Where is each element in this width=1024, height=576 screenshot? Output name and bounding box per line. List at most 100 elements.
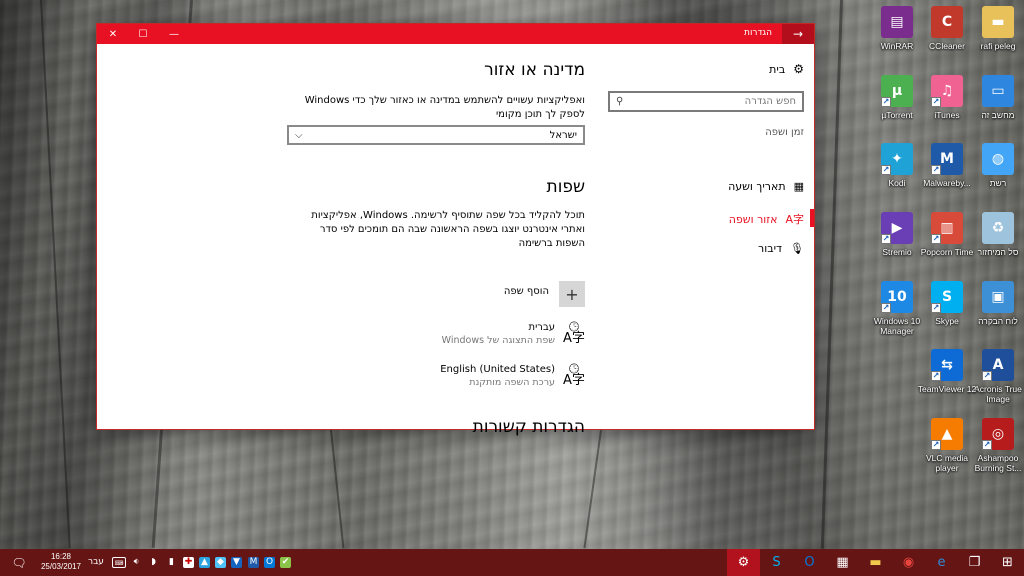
skype-icon: S ↗ <box>931 281 963 313</box>
ccleaner-icon: C <box>931 6 963 38</box>
usb-icon[interactable]: ▮ <box>166 557 177 568</box>
language-item-english[interactable]: 🕒︎ A字 English (United States) ערכת השפה מ… <box>440 362 585 388</box>
close-icon: ✕ <box>108 28 118 40</box>
sidebar-home-label: בית <box>769 62 786 76</box>
sidebar-item-label: תאריך ושעה <box>728 180 786 193</box>
itunes-icon: ♫ ↗ <box>931 75 963 107</box>
sidebar-item-date-time[interactable]: ▦ תאריך ושעה <box>728 180 804 193</box>
store-icon: ▦ <box>836 555 849 570</box>
languages-description: תוכל להקליד בכל שפה שתוסיף לרשימה. Windo… <box>311 210 585 249</box>
ashampoo-icon: ◎ ↗ <box>982 418 1014 450</box>
folder-icon: ▬ <box>982 6 1014 38</box>
country-dropdown[interactable]: ישראל ⌵ <box>287 125 585 145</box>
back-button[interactable]: → <box>782 24 814 44</box>
taskbar-app-chrome[interactable]: ◉ <box>892 549 925 576</box>
active-indicator <box>810 209 814 227</box>
country-description: ואפליקציות עשויים להשתמש במדינה או כאזור… <box>304 95 585 120</box>
language-glyph-icon: 🕒︎ A字 <box>563 362 585 388</box>
desktop-icon[interactable]: ▲ ↗ VLC media player <box>915 418 979 473</box>
settings-window: ✕ ☐ — הגדרות → ⚙ בית חפש הגדרה ⚲ זמן ושפ… <box>96 23 815 437</box>
gear-icon: ⚙ <box>793 62 804 76</box>
desktop-icon-label: µTorrent <box>881 110 913 120</box>
desktop-icon[interactable]: µ ↗ µTorrent <box>865 75 929 120</box>
languages-heading: שפות <box>546 177 585 197</box>
language-status: שפת התצוגה של Windows <box>441 335 555 346</box>
wallpaper-detail <box>40 0 71 549</box>
desktop-icon[interactable]: ▶ ↗ Stremio <box>865 212 929 257</box>
malwarebytes-icon: M ↗ <box>931 143 963 175</box>
clock-date: 25/03/2017 <box>40 562 82 571</box>
network-icon: ◍ <box>982 143 1014 175</box>
country-value: ישראל <box>549 129 577 141</box>
tray-app-icon[interactable]: ✔ <box>280 557 291 568</box>
close-button[interactable]: ✕ <box>97 24 129 44</box>
sidebar-item-speech[interactable]: 🎙︎ דיבור <box>758 242 804 255</box>
plus-icon: + <box>559 281 585 307</box>
volume-icon[interactable]: 🔉︎ <box>131 557 142 568</box>
taskbar-app-skype[interactable]: S <box>760 549 793 576</box>
control-panel-icon: ▣ <box>982 281 1014 313</box>
desktop-icon[interactable]: ✦ ↗ Kodi <box>865 143 929 188</box>
security-shield-icon[interactable]: ✚ <box>183 557 194 568</box>
malwarebytes-tray-icon[interactable]: M <box>248 557 259 568</box>
language-item-hebrew[interactable]: 🕒︎ A字 עברית שפת התצוגה של Windows <box>441 320 585 346</box>
taskbar-app-edge[interactable]: e <box>925 549 958 576</box>
outlook-tray-icon[interactable]: O <box>264 557 275 568</box>
related-settings-heading: הגדרות קשורות <box>472 417 585 437</box>
add-language-button[interactable]: + הוסף שפה <box>504 281 585 307</box>
action-center-button[interactable]: 🗨︎ <box>6 549 32 576</box>
shortcut-arrow-icon: ↗ <box>931 440 941 450</box>
shortcut-arrow-icon: ↗ <box>931 97 941 107</box>
recycle-bin-icon: ♻ <box>982 212 1014 244</box>
acronis-icon: A ↗ <box>982 349 1014 381</box>
search-input[interactable]: חפש הגדרה ⚲ <box>608 91 804 112</box>
minimize-button[interactable]: — <box>158 24 190 44</box>
maximize-button[interactable]: ☐ <box>127 24 159 44</box>
taskbar-app-settings[interactable]: ⚙ <box>727 549 760 576</box>
back-arrow-icon: → <box>792 27 804 41</box>
task-view-icon: ❐ <box>968 555 981 570</box>
language-glyph-icon: 🕒︎ A字 <box>563 320 585 346</box>
desktop-icon-label: Windows 10 Manager <box>873 316 921 336</box>
taskbar-app-explorer[interactable]: ▬ <box>859 549 892 576</box>
desktop-icon-label: Kodi <box>888 178 906 188</box>
utorrent-icon: µ ↗ <box>881 75 913 107</box>
input-language-indicator[interactable]: עבר <box>88 557 104 567</box>
language-region-icon: A字 <box>785 213 804 226</box>
tray-app-icon[interactable]: ▲ <box>199 557 210 568</box>
taskbar-app-start[interactable]: ⊞ <box>991 549 1024 576</box>
desktop-icon[interactable]: ▤ WinRAR <box>865 6 929 51</box>
desktop-icon[interactable]: ⇆ ↗ TeamViewer 12 <box>915 349 979 394</box>
shortcut-arrow-icon: ↗ <box>881 165 891 175</box>
taskbar-app-outlook[interactable]: O <box>793 549 826 576</box>
taskbar-app-store[interactable]: ▦ <box>826 549 859 576</box>
sidebar-item-region-language[interactable]: A字 אזור ושפה <box>729 211 804 227</box>
desktop-icon[interactable]: 10 ↗ Windows 10 Manager <box>865 281 929 336</box>
taskbar-app-task-view[interactable]: ❐ <box>958 549 991 576</box>
shortcut-arrow-icon: ↗ <box>982 371 992 381</box>
search-icon: ⚲ <box>616 96 624 107</box>
calendar-clock-icon: ▦ <box>793 180 804 193</box>
settings-sidebar: ⚙ בית חפש הגדרה ⚲ זמן ושפה ▦ תאריך ושעה … <box>607 44 814 429</box>
tray-app-icon[interactable]: ▼ <box>231 557 242 568</box>
shortcut-arrow-icon: ↗ <box>931 165 941 175</box>
sidebar-section-label: זמן ושפה <box>765 127 804 138</box>
title-bar[interactable]: ✕ ☐ — הגדרות → <box>97 24 814 44</box>
wifi-icon[interactable]: ◗ <box>148 557 159 568</box>
tray-app-icon[interactable]: ◆ <box>215 557 226 568</box>
clock[interactable]: 16:28 25/03/2017 <box>38 552 84 572</box>
taskbar: 🗨︎ 16:28 25/03/2017 עבר ⌨ 🔉︎ ◗ ▮ ✚ ▲ ◆ ▼… <box>0 549 1024 576</box>
shortcut-arrow-icon: ↗ <box>881 234 891 244</box>
popcorn-icon: ▥ ↗ <box>931 212 963 244</box>
add-language-label: הוסף שפה <box>503 285 549 297</box>
language-status: ערכת השפה מותקנת <box>469 377 555 388</box>
sidebar-item-label: דיבור <box>758 242 783 255</box>
keyboard-icon[interactable]: ⌨ <box>112 557 126 568</box>
shortcut-arrow-icon: ↗ <box>931 303 941 313</box>
stremio-icon: ▶ ↗ <box>881 212 913 244</box>
wallpaper-detail <box>820 0 843 549</box>
chevron-down-icon: ⌵ <box>295 129 303 141</box>
shortcut-arrow-icon: ↗ <box>931 234 941 244</box>
sidebar-home[interactable]: ⚙ בית <box>769 62 804 76</box>
desktop-icon-label: TeamViewer 12 <box>917 384 977 394</box>
